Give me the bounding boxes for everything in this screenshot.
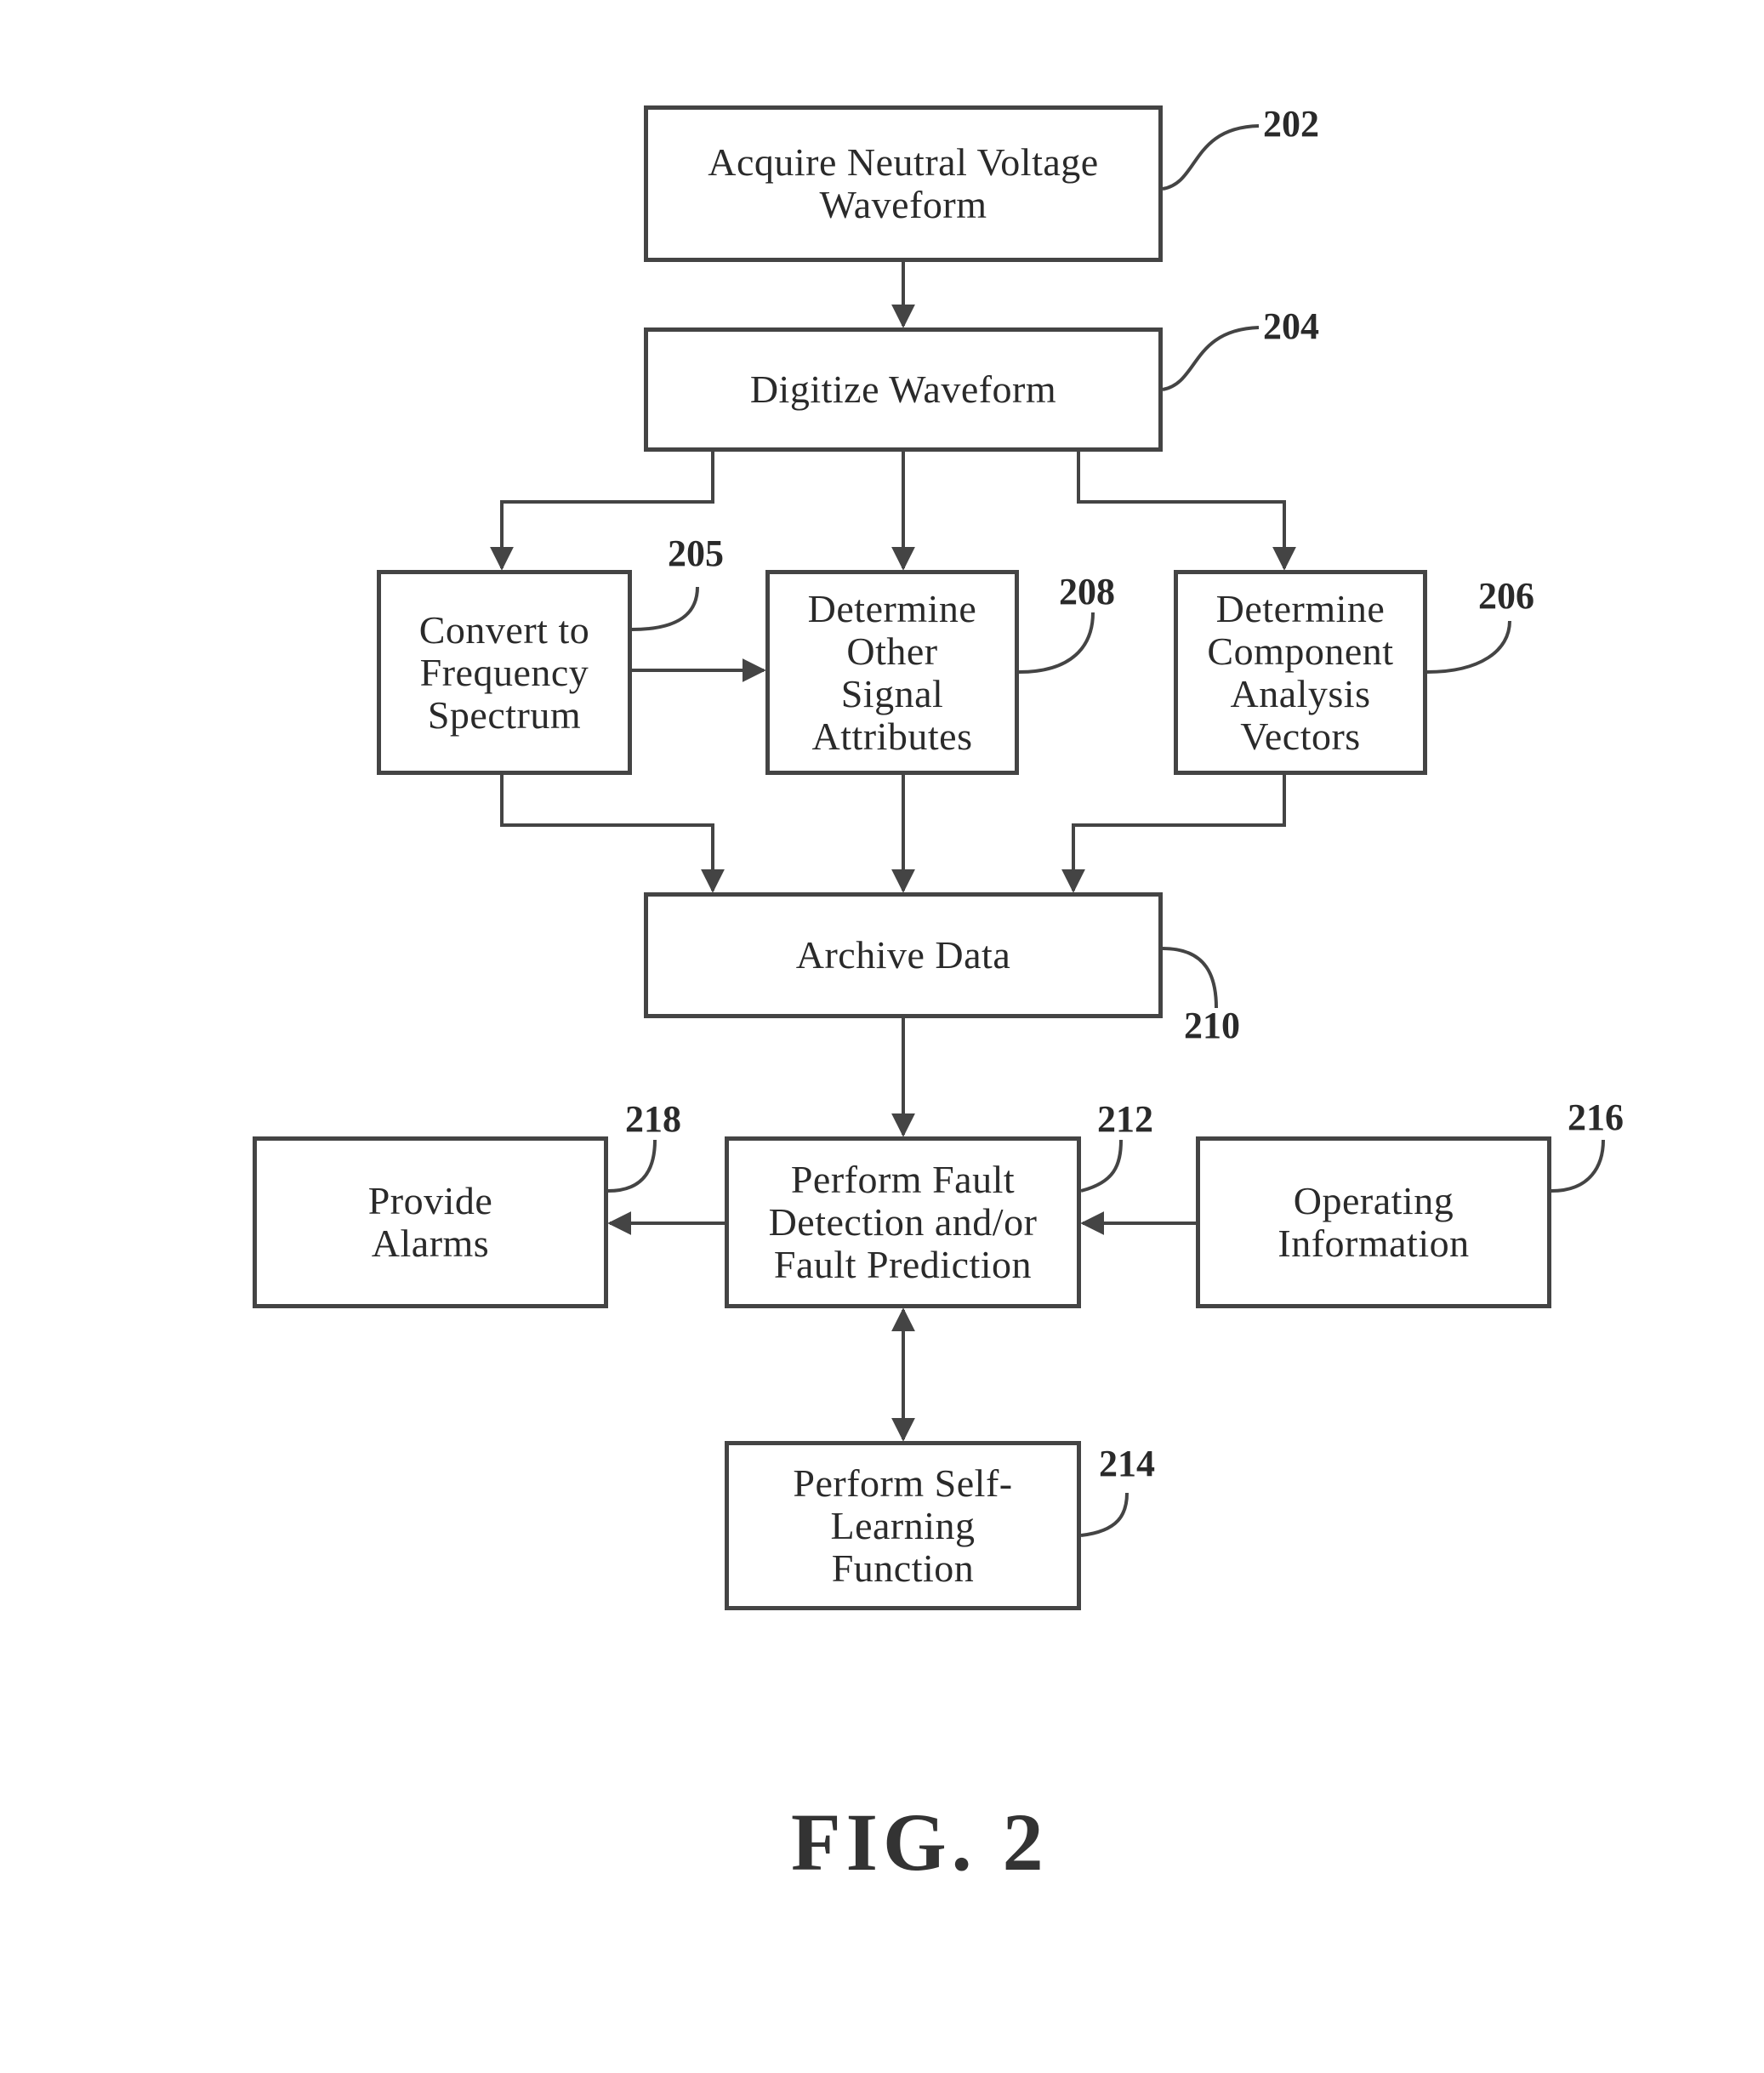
box-202-label: Acquire Neutral Voltage Waveform bbox=[708, 140, 1099, 226]
leader-204 bbox=[1162, 326, 1260, 391]
box-216-label: Operating Information bbox=[1277, 1179, 1470, 1265]
box-214-label: Perform Self- Learning Function bbox=[793, 1461, 1013, 1590]
ref-212: 212 bbox=[1097, 1098, 1153, 1140]
leader-214 bbox=[1080, 1492, 1129, 1537]
ref-204: 204 bbox=[1263, 305, 1319, 347]
box-210-label: Archive Data bbox=[795, 933, 1011, 977]
ref-218: 218 bbox=[625, 1098, 681, 1140]
box-208-other-attributes: Determine Other Signal Attributes bbox=[765, 570, 1019, 775]
leader-216 bbox=[1551, 1139, 1605, 1193]
leader-218 bbox=[607, 1139, 657, 1193]
box-216-operating-information: Operating Information bbox=[1196, 1136, 1551, 1308]
leader-212 bbox=[1080, 1139, 1123, 1193]
ref-214: 214 bbox=[1099, 1443, 1155, 1484]
ref-205: 205 bbox=[668, 532, 724, 574]
connector-lines bbox=[490, 124, 1605, 1537]
ref-206: 206 bbox=[1478, 575, 1534, 617]
box-205-convert-frequency: Convert to Frequency Spectrum bbox=[377, 570, 632, 775]
arrow-205-to-210 bbox=[500, 775, 725, 893]
box-206-component-vectors: Determine Component Analysis Vectors bbox=[1174, 570, 1427, 775]
box-218-label: Provide Alarms bbox=[367, 1179, 493, 1265]
arrow-206-to-210 bbox=[1061, 775, 1286, 893]
leader-202 bbox=[1162, 124, 1260, 191]
ref-208: 208 bbox=[1059, 571, 1115, 612]
box-204-label: Digitize Waveform bbox=[749, 367, 1057, 411]
box-212-label: Perform Fault Detection and/or Fault Pre… bbox=[768, 1158, 1038, 1286]
ref-216: 216 bbox=[1568, 1096, 1624, 1138]
box-218-provide-alarms: Provide Alarms bbox=[253, 1136, 608, 1308]
leader-210 bbox=[1162, 947, 1218, 1009]
box-202-acquire-waveform: Acquire Neutral Voltage Waveform bbox=[644, 105, 1163, 262]
leader-206 bbox=[1426, 620, 1511, 674]
ref-202: 202 bbox=[1263, 103, 1319, 145]
box-205-label: Convert to Frequency Spectrum bbox=[418, 607, 590, 737]
box-210-archive-data: Archive Data bbox=[644, 892, 1163, 1018]
leader-208 bbox=[1018, 612, 1095, 674]
arrow-204-to-206 bbox=[1077, 452, 1296, 571]
leader-205 bbox=[631, 586, 699, 631]
figure-title: FIG. 2 bbox=[791, 1797, 1049, 1888]
box-206-label: Determine Component Analysis Vectors bbox=[1207, 586, 1394, 758]
box-212-fault-detection: Perform Fault Detection and/or Fault Pre… bbox=[725, 1136, 1081, 1308]
box-208-label: Determine Other Signal Attributes bbox=[807, 586, 977, 758]
box-204-digitize-waveform: Digitize Waveform bbox=[644, 327, 1163, 452]
box-214-self-learning: Perform Self- Learning Function bbox=[725, 1441, 1081, 1610]
ref-210: 210 bbox=[1184, 1005, 1240, 1046]
